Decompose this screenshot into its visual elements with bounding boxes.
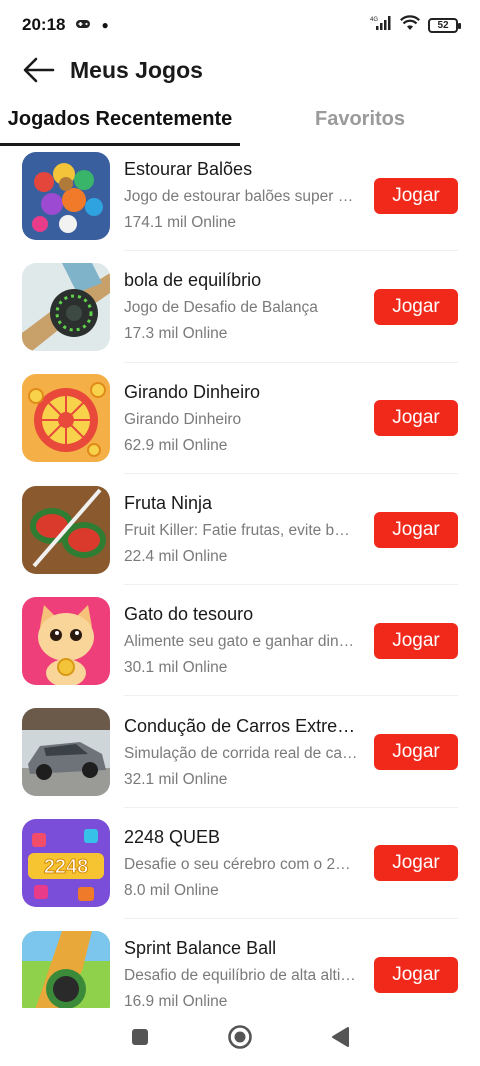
game-description: Girando Dinheiro <box>124 410 242 428</box>
list-item[interactable]: Estourar Balões Jogo de estourar balões … <box>0 140 480 252</box>
list-item[interactable]: Gato do tesouro Alimente seu gato e ganh… <box>0 585 480 697</box>
play-button[interactable]: Jogar <box>374 177 458 214</box>
2248-game-icon: 2248 <box>22 819 110 908</box>
battery-level: 52 <box>437 19 449 31</box>
sprint-balance-ball-game-icon <box>22 930 110 1008</box>
online-count: 22.4 mil Online <box>124 548 228 566</box>
game-description: Jogo de estourar balões super divertido <box>124 188 358 206</box>
game-description: Fruit Killer: Fatie frutas, evite bombas <box>124 522 358 540</box>
play-button[interactable]: Jogar <box>374 511 458 548</box>
play-button[interactable]: Jogar <box>374 622 458 659</box>
game-name: bola de equilíbrio <box>124 270 262 291</box>
online-count: 30.1 mil Online <box>124 659 228 677</box>
dot-icon: ● <box>101 18 109 32</box>
game-name: Gato do tesouro <box>124 604 254 625</box>
list-item[interactable]: Condução de Carros Extremos Simulação de… <box>0 696 480 809</box>
status-bar: 20:18 ● 4G 52 <box>0 0 480 50</box>
play-button[interactable]: Jogar <box>374 288 458 325</box>
play-button[interactable]: Jogar <box>374 734 458 771</box>
triangle-left-icon <box>332 1027 349 1047</box>
page-title: Meus Jogos <box>70 56 203 83</box>
play-button[interactable]: Jogar <box>374 956 458 993</box>
online-count: 32.1 mil Online <box>124 770 228 788</box>
back-nav-button[interactable] <box>320 1017 360 1057</box>
status-time: 20:18 <box>22 15 66 34</box>
game-description: Desafie o seu cérebro com o 2248 <box>124 855 358 873</box>
back-button[interactable] <box>22 53 56 87</box>
circle-icon <box>228 1025 252 1049</box>
svg-text:2248: 2248 <box>44 856 89 878</box>
online-count: 62.9 mil Online <box>124 436 228 454</box>
game-description: Jogo de Desafio de Balança <box>124 299 318 317</box>
recents-button[interactable] <box>120 1017 160 1057</box>
game-name: Condução de Carros Extremos <box>124 715 358 736</box>
fruit-ninja-game-icon <box>22 485 110 574</box>
gamepad-icon <box>75 15 91 35</box>
wifi-icon <box>400 14 420 36</box>
game-name: 2248 QUEB <box>124 826 221 847</box>
svg-text:4G: 4G <box>370 17 378 23</box>
home-button[interactable] <box>220 1017 260 1057</box>
play-button[interactable]: Jogar <box>374 845 458 882</box>
game-description: Simulação de corrida real de carros <box>124 744 358 762</box>
arrow-left-icon <box>23 57 55 83</box>
game-name: Fruta Ninja <box>124 493 213 514</box>
game-name: Girando Dinheiro <box>124 381 261 402</box>
online-count: 8.0 mil Online <box>124 881 219 899</box>
battery-icon: 52 <box>428 17 461 33</box>
money-wheel-game-icon <box>22 374 110 463</box>
game-description: Desafio de equilíbrio de alta altitude <box>124 967 358 985</box>
balance-ball-game-icon <box>22 262 110 351</box>
game-name: Estourar Balões <box>124 159 253 180</box>
app-header: Meus Jogos <box>0 50 480 90</box>
list-item[interactable]: bola de equilíbrio Jogo de Desafio de Ba… <box>0 251 480 363</box>
signal-icon: 4G <box>370 15 392 36</box>
game-description: Alimente seu gato e ganhar dinheiro <box>124 633 358 651</box>
car-driving-game-icon <box>22 708 110 797</box>
system-nav-bar <box>0 1008 480 1066</box>
list-item[interactable]: 2248 2248 QUEB Desafie o seu cérebro com… <box>0 808 480 920</box>
list-item[interactable]: Girando Dinheiro Girando Dinheiro 62.9 m… <box>0 363 480 475</box>
games-list: Estourar Balões Jogo de estourar balões … <box>0 140 480 1008</box>
online-count: 174.1 mil Online <box>124 214 237 232</box>
list-item[interactable]: Sprint Balance Ball Desafio de equilíbri… <box>0 919 480 1008</box>
list-item[interactable]: Fruta Ninja Fruit Killer: Fatie frutas, … <box>0 474 480 586</box>
balloon-game-icon <box>22 151 110 240</box>
square-icon <box>132 1029 148 1045</box>
online-count: 16.9 mil Online <box>124 993 228 1008</box>
game-name: Sprint Balance Ball <box>124 938 277 959</box>
online-count: 17.3 mil Online <box>124 325 228 343</box>
play-button[interactable]: Jogar <box>374 400 458 437</box>
treasure-cat-game-icon <box>22 596 110 685</box>
